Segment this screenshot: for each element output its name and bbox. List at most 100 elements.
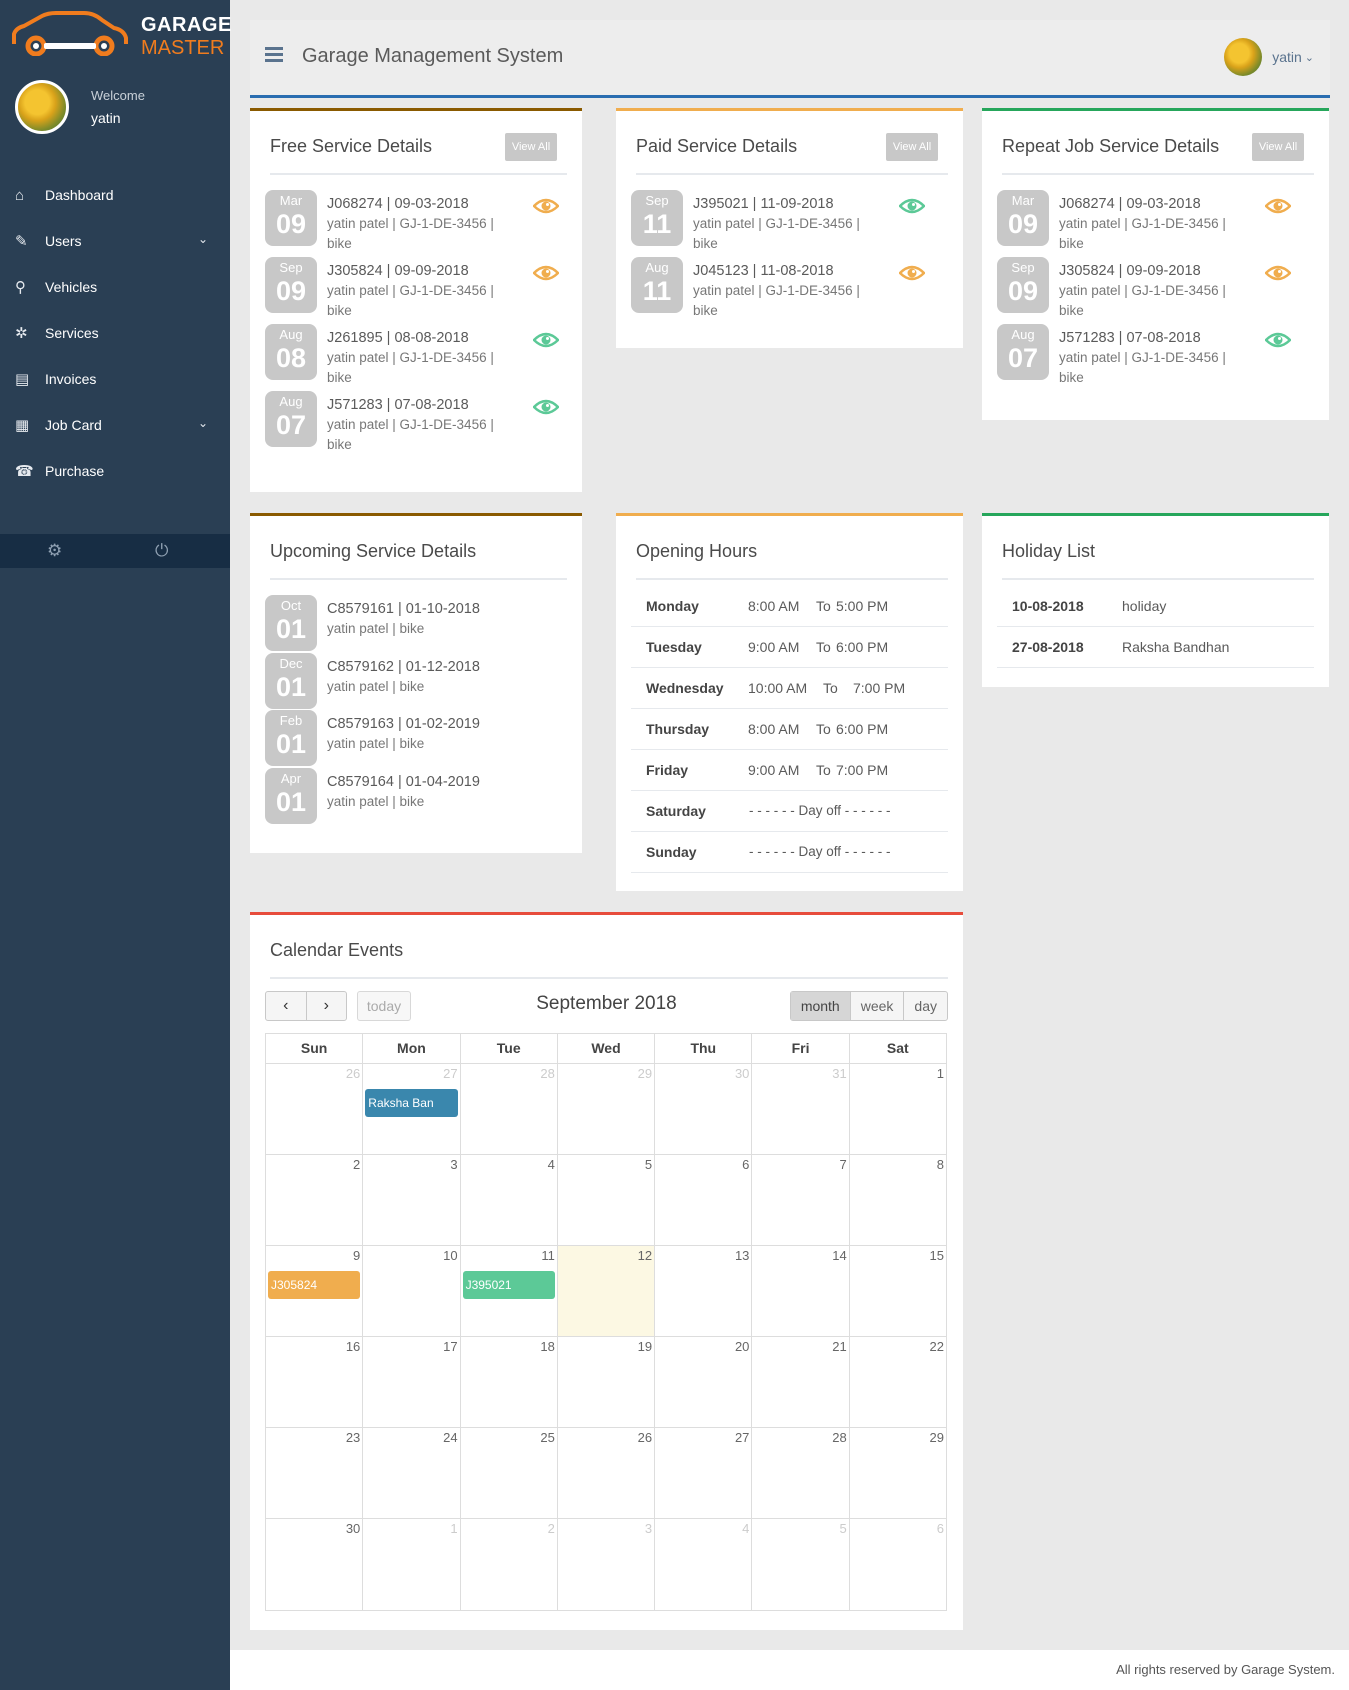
view-month-button[interactable]: month <box>790 992 850 1020</box>
service-info: J305824 | 09-09-2018 yatin patel | GJ-1-D… <box>1059 261 1244 321</box>
view-week-button[interactable]: week <box>849 992 904 1020</box>
eye-icon[interactable] <box>532 397 560 417</box>
chevron-right-icon[interactable]: › <box>307 992 347 1020</box>
badge-month: Dec <box>279 655 303 671</box>
calendar-day[interactable]: 11 J395021 <box>459 1246 557 1336</box>
calendar-day[interactable]: 26 <box>556 1428 654 1518</box>
hours-day: Sunday <box>646 844 697 860</box>
eye-icon[interactable] <box>898 263 926 283</box>
calendar-event[interactable]: Raksha Ban <box>365 1089 458 1117</box>
chevron-down-icon[interactable]: ⌄ <box>198 232 208 246</box>
settings-icon[interactable]: ⚙ <box>47 541 62 561</box>
sidebar-item-dashboard[interactable]: ⌂ Dashboard <box>0 172 230 218</box>
calendar-day[interactable]: 4 <box>654 1519 751 1610</box>
sidebar-item-users[interactable]: ✎ Users ⌄ <box>0 218 230 264</box>
calendar-day[interactable]: 15 <box>848 1246 946 1336</box>
view-all-button[interactable]: View All <box>1252 133 1304 161</box>
calendar-day[interactable]: 14 <box>751 1246 848 1336</box>
welcome-label: Welcome <box>91 88 145 103</box>
calendar-day[interactable]: 21 <box>751 1337 848 1427</box>
calendar-day[interactable]: 30 <box>654 1064 751 1154</box>
calendar-day[interactable]: 31 <box>751 1064 848 1154</box>
hours-row: Monday 8:00 AM To 5:00 PM <box>631 586 948 627</box>
sidebar-item-vehicles[interactable]: ⚲ Vehicles <box>0 264 230 310</box>
calendar-day[interactable]: 1 <box>848 1064 946 1154</box>
eye-icon[interactable] <box>1264 196 1292 216</box>
calendar-event[interactable]: J395021 <box>462 1271 555 1299</box>
eye-icon[interactable] <box>532 263 560 283</box>
calendar-day[interactable]: 22 <box>848 1337 946 1427</box>
eye-icon[interactable] <box>1264 263 1292 283</box>
calendar-day[interactable]: 29 <box>848 1428 946 1518</box>
calendar-day[interactable]: 5 <box>556 1155 654 1245</box>
power-icon[interactable]: ⏻ <box>155 541 168 561</box>
sidebar-item-job-card[interactable]: ▦ Job Card ⌄ <box>0 402 230 448</box>
service-id-date: C8579162 | 01-12-2018 <box>327 658 480 675</box>
eye-icon[interactable] <box>532 330 560 350</box>
calendar-day[interactable]: 5 <box>751 1519 848 1610</box>
top-navbar: Garage Management System yatin ⌄ <box>250 20 1330 98</box>
calendar-day[interactable]: 23 <box>266 1428 362 1518</box>
avatar[interactable] <box>15 80 69 134</box>
user-name[interactable]: yatin <box>1272 49 1302 65</box>
calendar-day[interactable]: 12 <box>556 1246 655 1336</box>
eye-icon[interactable] <box>898 196 926 216</box>
calendar-day[interactable]: 10 <box>362 1246 459 1336</box>
calendar-day[interactable]: 28 <box>459 1064 557 1154</box>
calendar-day[interactable]: 20 <box>654 1337 751 1427</box>
calendar-day[interactable]: 19 <box>556 1337 654 1427</box>
sidebar-item-invoices[interactable]: ▤ Invoices <box>0 356 230 402</box>
chevron-left-icon[interactable]: ‹ <box>266 992 307 1020</box>
calendar-day[interactable]: 2 <box>459 1519 557 1610</box>
calendar-day[interactable]: 6 <box>654 1155 751 1245</box>
badge-day: 09 <box>1007 276 1039 306</box>
chevron-down-icon[interactable]: ⌄ <box>1305 51 1314 64</box>
calendar-day[interactable]: 16 <box>266 1337 362 1427</box>
sidebar-item-purchase[interactable]: ☎ Purchase <box>0 448 230 494</box>
calendar-day[interactable]: 18 <box>459 1337 557 1427</box>
calendar-day[interactable]: 8 <box>848 1155 946 1245</box>
avatar[interactable] <box>1224 38 1263 76</box>
calendar-day[interactable]: 4 <box>459 1155 557 1245</box>
calendar-day[interactable]: 25 <box>459 1428 557 1518</box>
badge-month: Aug <box>279 394 303 409</box>
view-all-button[interactable]: View All <box>505 133 557 161</box>
calendar-day[interactable]: 9 J305824 <box>266 1246 362 1336</box>
view-all-button[interactable]: View All <box>886 133 938 161</box>
day-number: 14 <box>832 1248 847 1263</box>
calendar-day[interactable]: 1 <box>362 1519 459 1610</box>
menu-toggle-icon[interactable] <box>265 47 283 63</box>
badge-month: Oct <box>280 598 302 613</box>
calendar-day[interactable]: 28 <box>751 1428 848 1518</box>
sidebar-item-services[interactable]: ✲ Services <box>0 310 230 356</box>
holiday-row: 10-08-2018 holiday <box>997 586 1314 627</box>
calendar-week: 9 J305824 10 11 J395021 12 13 14 15 <box>266 1246 946 1337</box>
eye-icon[interactable] <box>1264 330 1292 350</box>
panel-title: Repeat Job Service Details <box>1002 136 1220 156</box>
view-day-button[interactable]: day <box>903 992 947 1020</box>
today-button[interactable]: today <box>357 991 411 1021</box>
calendar-event[interactable]: J305824 <box>268 1271 361 1299</box>
chevron-down-icon[interactable]: ⌄ <box>198 416 208 430</box>
brand-logo[interactable]: GARAGE MASTER <box>10 10 231 65</box>
calendar-day[interactable]: 30 <box>266 1519 362 1610</box>
calendar-day[interactable]: 13 <box>654 1246 751 1336</box>
holiday-date: 27-08-2018 <box>1012 639 1084 655</box>
user-dropdown[interactable]: yatin ⌄ <box>1224 37 1314 77</box>
calendar-day[interactable]: 3 <box>362 1155 459 1245</box>
calendar-day[interactable]: 27 <box>654 1428 751 1518</box>
eye-icon[interactable] <box>532 196 560 216</box>
calendar-day[interactable]: 27 Raksha Ban <box>362 1064 459 1154</box>
calendar-day[interactable]: 26 <box>266 1064 362 1154</box>
calendar-day[interactable]: 24 <box>362 1428 459 1518</box>
service-id-date: J045123 | 11-08-2018 <box>693 263 834 279</box>
sidebar-item-label: Dashboard <box>45 187 114 203</box>
calendar-day[interactable]: 7 <box>751 1155 848 1245</box>
service-customer: yatin patel | bike <box>327 621 425 636</box>
calendar-day[interactable]: 29 <box>556 1064 654 1154</box>
calendar-day[interactable]: 17 <box>362 1337 459 1427</box>
hours-row: Saturday - - - - - - Day off - - - - - - <box>631 791 948 832</box>
calendar-day[interactable]: 2 <box>266 1155 362 1245</box>
calendar-day[interactable]: 3 <box>556 1519 654 1610</box>
calendar-day[interactable]: 6 <box>848 1519 946 1610</box>
